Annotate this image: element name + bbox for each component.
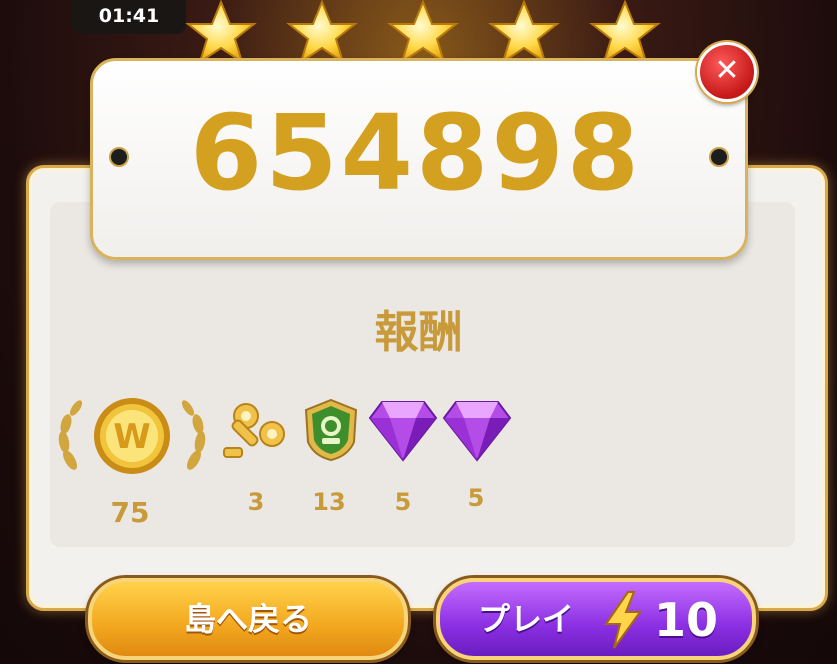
gold-coin-laurel-icon: W — [58, 398, 206, 474]
reward-count: 3 — [247, 488, 265, 516]
play-energy-cost: 10 — [654, 593, 719, 647]
green-badge-icon — [304, 398, 358, 462]
reward-count: 5 — [467, 484, 485, 512]
lightning-bolt-icon — [604, 591, 642, 649]
star-icon — [185, 0, 257, 65]
wind-up-key-icon — [223, 403, 285, 458]
reward-count: 5 — [394, 488, 412, 516]
score-value: 654898 — [189, 92, 643, 214]
play-label: プレイ — [478, 600, 575, 638]
star-icon — [387, 0, 459, 65]
star-icon — [589, 0, 661, 65]
timer: 01:41 — [72, 0, 186, 34]
reward-count: 13 — [312, 488, 346, 516]
close-button[interactable]: ✕ — [697, 42, 757, 102]
star-icon — [286, 0, 358, 65]
play-button[interactable]: プレイ 10 — [436, 578, 756, 660]
rewards-title: 報酬 — [374, 307, 463, 358]
svg-text:W: W — [113, 417, 151, 457]
star-icon — [488, 0, 560, 65]
star-rating — [185, 0, 661, 65]
purple-gem-icon — [368, 401, 438, 462]
purple-gem-icon — [442, 401, 512, 462]
back-to-island-button[interactable]: 島へ戻る — [88, 578, 408, 660]
reward-count: 75 — [110, 496, 150, 529]
